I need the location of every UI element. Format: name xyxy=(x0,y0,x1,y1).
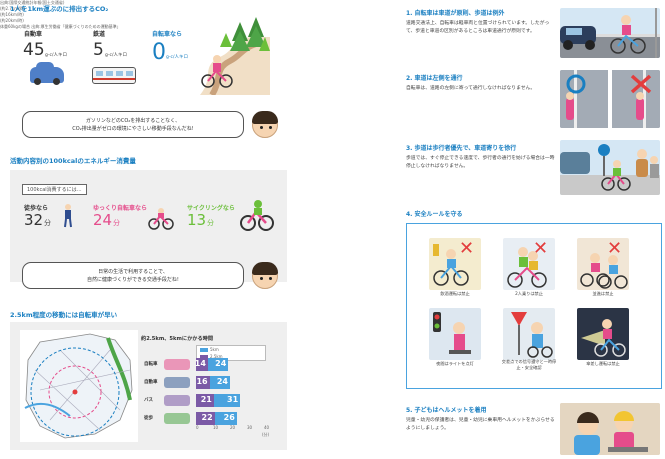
rule-caption-1: 飲酒運転は禁止 xyxy=(440,291,470,296)
bar-5km: 31 xyxy=(213,394,241,407)
rule2-illustration xyxy=(560,70,660,128)
x-tick-label: 40 xyxy=(264,425,270,430)
train-value: 5 xyxy=(93,40,104,60)
section2-bubble: 日常の生活で利用することで、 自然に健康づくりができる交通手段だね! xyxy=(22,262,244,289)
train-unit: g-c/人キロ xyxy=(105,53,127,58)
safety-rules-box: ✕ 飲酒運転は禁止 ✕ 2人乗りは禁止 ✕ 並進は禁止 夜間はライトを点灯 交差… xyxy=(406,223,662,389)
rule-caption-6: 傘差し運転は禁止 xyxy=(586,361,620,366)
rule-caption-2: 2人乗りは禁止 xyxy=(515,291,543,296)
rule-caption-3: 並進は禁止 xyxy=(592,291,614,296)
section1-bubble: ガソリンなどのCO₂を排出することなく、 CO₂排出量がゼロの環境にやさしい移動… xyxy=(22,111,244,138)
car-label: 自動車 xyxy=(24,31,43,38)
bar-5km: 24 xyxy=(207,358,229,371)
rule3-title: 3. 歩道は歩行者優先で、車道寄りを徐行 xyxy=(406,145,517,152)
rule1-illustration xyxy=(560,8,660,58)
x-tick-label: 30 xyxy=(247,425,253,430)
bike-value: 0 xyxy=(152,40,166,65)
bar-2-5km: 16 xyxy=(196,376,210,389)
bar-category-label: 自転車 xyxy=(144,362,158,367)
section1-title: 1人を1km運ぶのに排出するCO₂ xyxy=(10,5,109,13)
slow-unit: 分 xyxy=(113,219,120,227)
boy-face-avatar xyxy=(252,111,278,138)
cycling-icon xyxy=(240,200,274,232)
section2-header: 100kcal消費するには… xyxy=(22,184,87,195)
boy-face-avatar-2 xyxy=(252,262,278,289)
rule-stop-sign-picture xyxy=(503,308,555,360)
cycling-unit: 分 xyxy=(207,219,214,227)
area-map xyxy=(20,330,138,442)
car-value: 45 xyxy=(23,40,45,60)
vehicle-icon xyxy=(164,377,190,388)
vehicle-icon xyxy=(164,413,190,424)
car-icon xyxy=(30,62,64,85)
bar-category-label: 徒歩 xyxy=(144,416,153,421)
rule-night-light-picture xyxy=(429,308,481,360)
walker-icon xyxy=(63,204,73,228)
section1-bubble-line2: CO₂排出量がゼロの環境にやさしい移動手段なんだね! xyxy=(72,126,194,132)
bar-value-label: 24 xyxy=(216,377,228,386)
nature-illustration xyxy=(190,17,270,97)
rule-side-by-side-picture: ✕ xyxy=(577,238,629,290)
section2-bubble-line2: 自然に健康づくりができる交通手段だね! xyxy=(87,277,179,283)
vehicle-icon xyxy=(164,395,190,406)
x-tick-label: 20 xyxy=(230,425,236,430)
train-label: 鉄道 xyxy=(93,31,106,38)
chart-x-axis: 0 10 20 30 40 xyxy=(196,425,286,435)
rule5-title: 5. 子どもはヘルメットを着用 xyxy=(406,407,487,414)
rule3-text: 歩道では、すぐ停止できる速度で、歩行者の通行を妨げる場合は一時停止しなければなり… xyxy=(406,156,555,169)
bar-value-label: 16 xyxy=(196,377,208,386)
car-unit: g-c/人キロ xyxy=(45,53,67,58)
rule-caption-5: 交差点での信号遵守と一時停止・安全確認 xyxy=(501,359,557,370)
bar-2-5km: 21 xyxy=(196,394,214,407)
bike-label: 自転車なら xyxy=(152,31,183,38)
rule1-text: 道路交通法上、自転車は軽車両と位置づけられています。したがって、歩道と車道の区別… xyxy=(406,21,550,34)
bar-value-label: 14 xyxy=(194,359,206,368)
rule2-text: 自転車は、道路の左側に寄って通行しなければなりません。 xyxy=(406,86,536,91)
x-tick-label: 10 xyxy=(213,425,219,430)
section1-bubble-line1: ガソリンなどのCO₂を排出することなく、 xyxy=(85,118,181,124)
rule-caption-4: 夜間はライトを点灯 xyxy=(436,361,474,366)
rule3-illustration xyxy=(560,140,660,195)
rule2-title: 2. 車道は左側を通行 xyxy=(406,75,463,82)
bar-5km: 24 xyxy=(209,376,230,389)
section2-title: 活動内容別の100kcalのエネルギー消費量 xyxy=(10,157,136,165)
vehicle-icon xyxy=(164,359,190,370)
rule-umbrella-picture xyxy=(577,308,629,360)
slow-value: 24 xyxy=(93,211,113,229)
bar-5km: 26 xyxy=(214,412,237,425)
chart-axis-unit: (分) xyxy=(262,432,270,437)
bar-2-5km: 14 xyxy=(194,358,208,371)
train-icon xyxy=(92,67,136,84)
rule5-illustration xyxy=(560,403,660,455)
prohibited-x-icon: ✕ xyxy=(607,238,623,259)
bar-category-label: バス xyxy=(144,398,153,403)
walk-value: 32 xyxy=(24,211,44,229)
prohibited-x-icon: ✕ xyxy=(459,238,475,259)
bar-value-label: 24 xyxy=(215,359,227,368)
bike-unit: g-c/人キロ xyxy=(166,55,188,60)
rule5-text: 児童・幼児の保護者は、児童・幼児に乗車用ヘルメットをかぶらせるようにしましょう。 xyxy=(406,418,555,431)
section2-bubble-line1: 日常の生活で利用することで、 xyxy=(98,269,168,275)
slow-bike-icon xyxy=(148,208,174,230)
bar-category-label: 自動車 xyxy=(144,380,158,385)
bar-value-label: 31 xyxy=(227,395,239,404)
bar-value-label: 21 xyxy=(200,395,212,404)
bar-value-label: 26 xyxy=(223,413,235,422)
x-tick-label: 0 xyxy=(196,425,199,430)
bar-2-5km: 22 xyxy=(196,412,215,425)
rule-drink-driving-picture: ✕ xyxy=(429,238,481,290)
bar-value-label: 22 xyxy=(201,413,213,422)
cycling-value: 13 xyxy=(187,211,207,229)
chart-title: 約2.5km、5kmにかかる時間 xyxy=(141,336,214,342)
section3-title: 2.5km程度の移動には自転車が早い xyxy=(10,311,118,319)
prohibited-x-icon: ✕ xyxy=(533,238,549,259)
rule1-title: 1. 自転車は車道が原則、歩道は例外 xyxy=(406,10,505,17)
walk-unit: 分 xyxy=(44,219,51,227)
rule-double-riding-picture: ✕ xyxy=(503,238,555,290)
rule4-title: 4. 安全ルールを守る xyxy=(406,211,463,218)
